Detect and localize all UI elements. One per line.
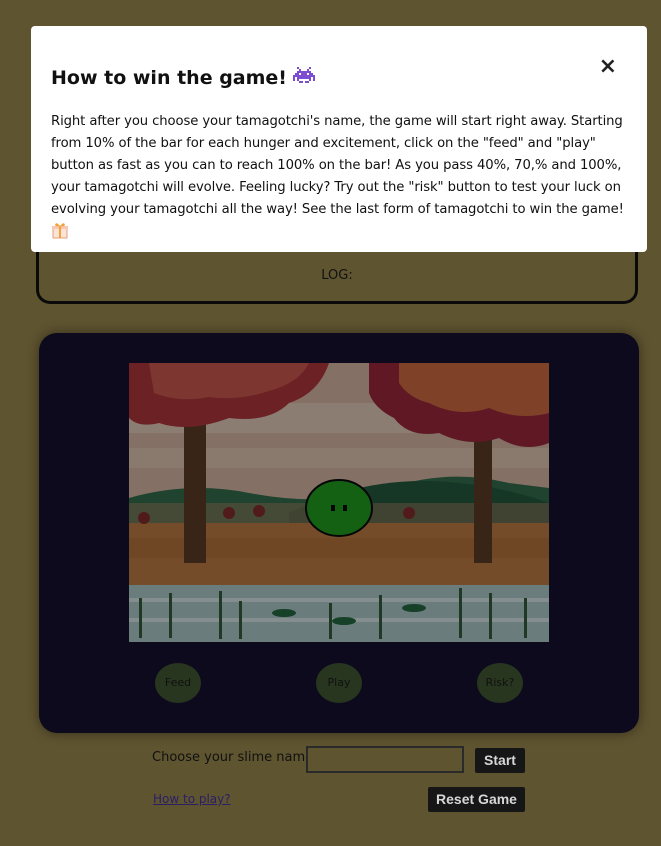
feed-button[interactable]: Feed [155,663,201,703]
autumn-scene [129,363,549,642]
space-invader-icon [292,66,315,89]
how-to-win-modal: × How to win the game! Right after you c… [31,26,647,252]
close-icon[interactable]: × [599,56,617,78]
modal-title-text: How to win the game! [51,66,287,89]
play-button[interactable]: Play [316,663,362,703]
game-device: Feed Play Risk? [39,333,639,733]
how-to-play-link[interactable]: How to play? [153,792,231,806]
gift-icon [51,221,69,247]
name-label: Choose your slime name: [152,750,318,765]
modal-body: Right after you choose your tamagotchi's… [51,111,627,247]
modal-body-text: Right after you choose your tamagotchi's… [51,114,624,217]
start-button[interactable]: Start [475,748,525,773]
reset-game-button[interactable]: Reset Game [428,787,525,812]
slime-name-input[interactable] [306,746,464,773]
risk-button[interactable]: Risk? [477,663,523,703]
game-screen [129,363,549,642]
modal-title: How to win the game! [51,66,627,89]
log-label: LOG: [321,268,353,283]
